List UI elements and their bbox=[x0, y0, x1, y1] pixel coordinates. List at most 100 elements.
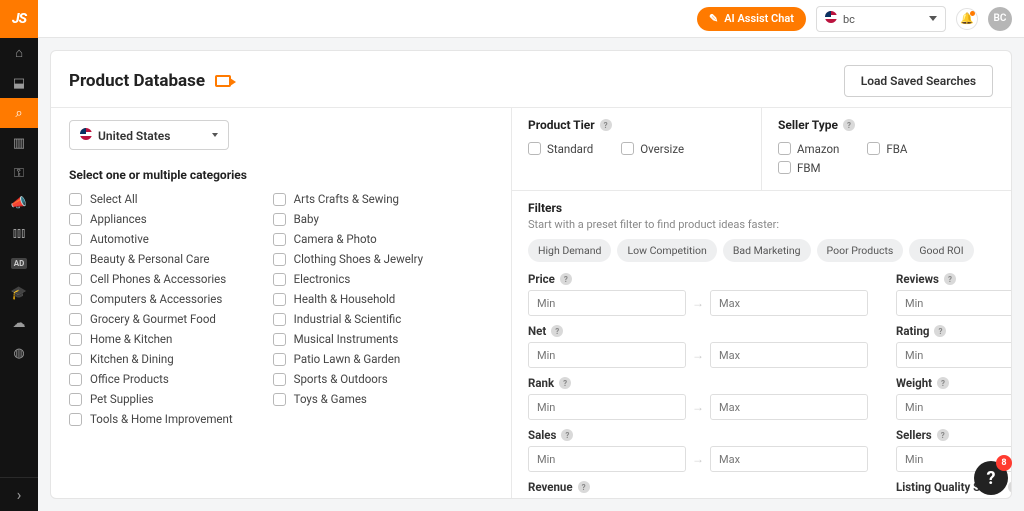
cloud-icon: ☁ bbox=[13, 316, 26, 331]
checkbox-icon bbox=[273, 273, 286, 286]
nav-megaphone[interactable]: 📣 bbox=[0, 188, 38, 218]
seller-fba[interactable]: FBA bbox=[867, 142, 907, 156]
notifications-button[interactable]: 🔔 bbox=[956, 8, 978, 30]
net-max-input[interactable] bbox=[710, 342, 868, 368]
help-icon[interactable]: ? bbox=[559, 377, 571, 389]
bell-icon: 🔔 bbox=[960, 12, 974, 25]
metric-label: Revenue bbox=[528, 480, 573, 494]
marketplace-country-select[interactable]: United States bbox=[69, 120, 229, 150]
option-label: Standard bbox=[547, 142, 593, 156]
category-label: Baby bbox=[294, 212, 319, 226]
help-icon[interactable]: ? bbox=[843, 119, 855, 131]
nav-box[interactable]: ⬓ bbox=[0, 68, 38, 98]
rank-max-input[interactable] bbox=[710, 394, 868, 420]
ai-assist-chat-button[interactable]: ✎ AI Assist Chat bbox=[697, 7, 806, 31]
seller-amazon[interactable]: Amazon bbox=[778, 142, 839, 156]
category-checkbox-c1-9[interactable]: Office Products bbox=[69, 372, 233, 386]
globe-icon: ◍ bbox=[13, 346, 24, 361]
sales-max-input[interactable] bbox=[710, 446, 868, 472]
category-checkbox-c2-2[interactable]: Camera & Photo bbox=[273, 232, 423, 246]
metric-label: Rating bbox=[896, 324, 929, 338]
preset-pill-poor-products[interactable]: Poor Products bbox=[817, 239, 904, 262]
help-icon[interactable]: ? bbox=[561, 429, 573, 441]
category-label: Automotive bbox=[90, 232, 149, 246]
tier-oversize[interactable]: Oversize bbox=[621, 142, 684, 156]
preset-pill-bad-marketing[interactable]: Bad Marketing bbox=[723, 239, 811, 262]
nav-key[interactable]: ⚿ bbox=[0, 158, 38, 188]
category-checkbox-c2-6[interactable]: Industrial & Scientific bbox=[273, 312, 423, 326]
category-checkbox-c1-0[interactable]: Select All bbox=[69, 192, 233, 206]
nav-ads[interactable]: AD bbox=[0, 248, 38, 278]
help-icon[interactable]: ? bbox=[600, 119, 612, 131]
category-checkbox-c1-4[interactable]: Cell Phones & Accessories bbox=[69, 272, 233, 286]
category-checkbox-c1-7[interactable]: Home & Kitchen bbox=[69, 332, 233, 346]
tier-standard[interactable]: Standard bbox=[528, 142, 593, 156]
category-checkbox-c2-3[interactable]: Clothing Shoes & Jewelry bbox=[273, 252, 423, 266]
category-checkbox-c2-9[interactable]: Sports & Outdoors bbox=[273, 372, 423, 386]
video-tutorial-icon[interactable] bbox=[215, 75, 231, 87]
category-checkbox-c1-11[interactable]: Tools & Home Improvement bbox=[69, 412, 233, 426]
category-checkbox-c2-8[interactable]: Patio Lawn & Garden bbox=[273, 352, 423, 366]
category-checkbox-c1-1[interactable]: Appliances bbox=[69, 212, 233, 226]
rating-min-input[interactable] bbox=[896, 342, 1011, 368]
product-tier-header: Product Tier bbox=[528, 118, 595, 132]
category-label: Beauty & Personal Care bbox=[90, 252, 209, 266]
logo[interactable]: JS bbox=[0, 0, 38, 38]
nav-building[interactable]: ▥ bbox=[0, 128, 38, 158]
building-icon: ▥ bbox=[13, 136, 25, 151]
avatar[interactable]: BC bbox=[988, 7, 1012, 31]
checkbox-icon bbox=[69, 393, 82, 406]
category-label: Camera & Photo bbox=[294, 232, 377, 246]
help-icon[interactable]: ? bbox=[944, 273, 956, 285]
price-max-input[interactable] bbox=[710, 290, 868, 316]
help-icon[interactable]: ? bbox=[560, 273, 572, 285]
category-checkbox-c1-2[interactable]: Automotive bbox=[69, 232, 233, 246]
help-icon[interactable]: ? bbox=[551, 325, 563, 337]
category-checkbox-c2-0[interactable]: Arts Crafts & Sewing bbox=[273, 192, 423, 206]
category-checkbox-c1-6[interactable]: Grocery & Gourmet Food bbox=[69, 312, 233, 326]
metric-label: Weight bbox=[896, 376, 932, 390]
rank-min-input[interactable] bbox=[528, 394, 686, 420]
category-checkbox-c1-3[interactable]: Beauty & Personal Care bbox=[69, 252, 233, 266]
seller-fbm[interactable]: FBM bbox=[778, 161, 821, 175]
category-checkbox-c2-4[interactable]: Electronics bbox=[273, 272, 423, 286]
category-checkbox-c2-7[interactable]: Musical Instruments bbox=[273, 332, 423, 346]
help-icon[interactable]: ? bbox=[578, 481, 590, 493]
help-icon[interactable]: ? bbox=[937, 429, 949, 441]
nav-analytics[interactable]: ⫾⫾⫾ bbox=[0, 218, 38, 248]
nav-globe[interactable]: ◍ bbox=[0, 338, 38, 368]
price-min-input[interactable] bbox=[528, 290, 686, 316]
load-saved-searches-button[interactable]: Load Saved Searches bbox=[844, 65, 993, 97]
category-label: Tools & Home Improvement bbox=[90, 412, 233, 426]
checkbox-icon bbox=[273, 293, 286, 306]
region-select[interactable]: bc bbox=[816, 6, 946, 32]
nav-home[interactable]: ⌂ bbox=[0, 38, 38, 68]
weight-min-input[interactable] bbox=[896, 394, 1011, 420]
reviews-min-input[interactable] bbox=[896, 290, 1011, 316]
category-checkbox-c1-8[interactable]: Kitchen & Dining bbox=[69, 352, 233, 366]
help-icon[interactable]: ? bbox=[934, 325, 946, 337]
sales-min-input[interactable] bbox=[528, 446, 686, 472]
category-label: Home & Kitchen bbox=[90, 332, 172, 346]
sidebar-expand[interactable]: › bbox=[0, 477, 38, 511]
arrow-right-icon: → bbox=[692, 296, 704, 310]
category-checkbox-c1-5[interactable]: Computers & Accessories bbox=[69, 292, 233, 306]
nav-search[interactable]: ⌕ bbox=[0, 98, 38, 128]
preset-pill-good-roi[interactable]: Good ROI bbox=[909, 239, 973, 262]
net-min-input[interactable] bbox=[528, 342, 686, 368]
checkbox-icon bbox=[69, 293, 82, 306]
category-checkbox-c2-5[interactable]: Health & Household bbox=[273, 292, 423, 306]
category-checkbox-c1-10[interactable]: Pet Supplies bbox=[69, 392, 233, 406]
nav-education[interactable]: 🎓 bbox=[0, 278, 38, 308]
metric-label: Sales bbox=[528, 428, 556, 442]
preset-pill-low-competition[interactable]: Low Competition bbox=[617, 239, 716, 262]
category-checkbox-c2-10[interactable]: Toys & Games bbox=[273, 392, 423, 406]
checkbox-icon bbox=[69, 193, 82, 206]
nav-cloud[interactable]: ☁ bbox=[0, 308, 38, 338]
help-icon[interactable]: ? bbox=[1008, 481, 1011, 493]
category-checkbox-c2-1[interactable]: Baby bbox=[273, 212, 423, 226]
preset-pill-high-demand[interactable]: High Demand bbox=[528, 239, 611, 262]
help-fab[interactable]: ?8 bbox=[974, 461, 1008, 495]
checkbox-icon bbox=[867, 142, 880, 155]
help-icon[interactable]: ? bbox=[937, 377, 949, 389]
